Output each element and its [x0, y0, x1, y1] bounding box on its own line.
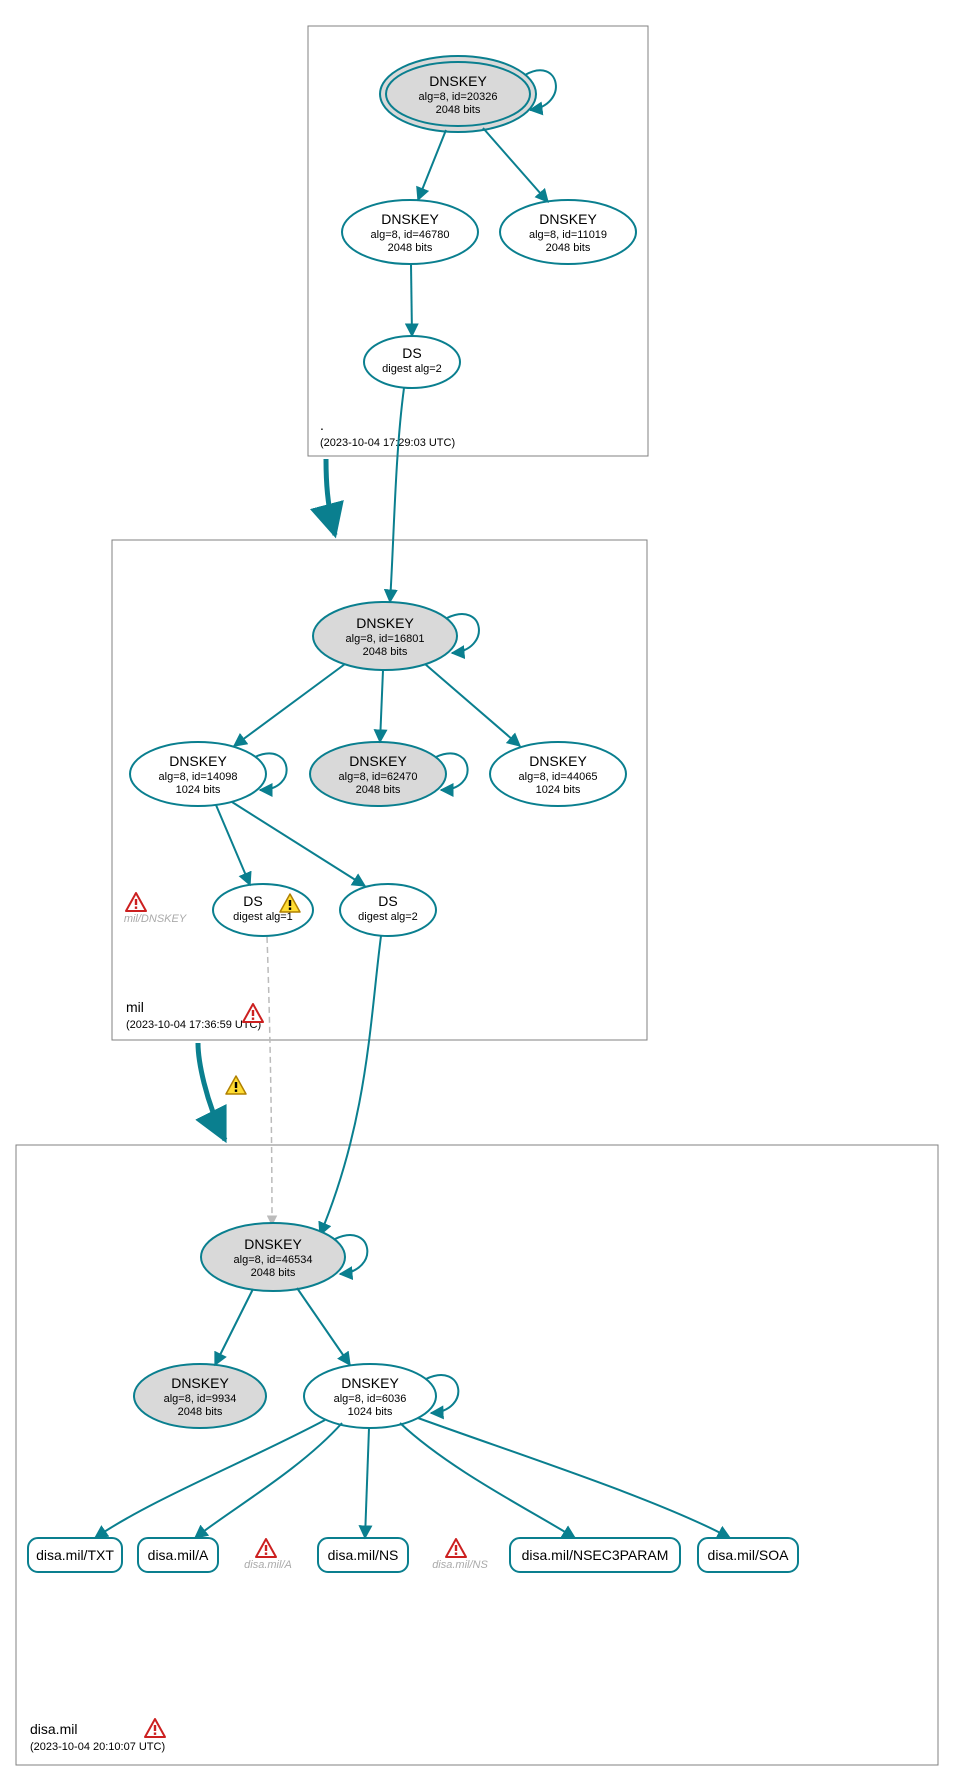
- node-mil-zsk-62470[interactable]: DNSKEY alg=8, id=62470 2048 bits: [310, 742, 446, 806]
- ghost-disa-ns: disa.mil/NS: [432, 1559, 488, 1571]
- svg-text:alg=8, id=20326: alg=8, id=20326: [419, 91, 498, 103]
- edge-disa-ksk-to-zsk2: [297, 1288, 350, 1365]
- edge-root-ksk-to-zsk2: [483, 128, 548, 202]
- error-icon[interactable]: [243, 1004, 263, 1022]
- zone-disa-timestamp: (2023-10-04 20:10:07 UTC): [30, 1741, 165, 1753]
- edge-mil-zsk1-to-ds1: [216, 805, 250, 885]
- svg-text:alg=8, id=44065: alg=8, id=44065: [519, 771, 598, 783]
- svg-text:alg=8, id=14098: alg=8, id=14098: [159, 771, 238, 783]
- ghost-mil-dnskey: mil/DNSKEY: [124, 913, 187, 925]
- svg-text:digest alg=1: digest alg=1: [233, 911, 293, 923]
- zone-root-name: .: [320, 417, 324, 433]
- edge-mil-ksk-to-zsk2: [380, 670, 383, 742]
- svg-text:alg=8, id=11019: alg=8, id=11019: [529, 229, 607, 241]
- svg-text:digest alg=2: digest alg=2: [358, 911, 418, 923]
- error-icon[interactable]: [126, 893, 146, 911]
- svg-text:DNSKEY: DNSKEY: [341, 1375, 399, 1391]
- node-root-ksk[interactable]: DNSKEY alg=8, id=20326 2048 bits: [380, 56, 536, 132]
- svg-text:DNSKEY: DNSKEY: [429, 73, 487, 89]
- edge-mil-to-disa-thick: [198, 1043, 225, 1140]
- edge-zsk2-to-a: [195, 1423, 342, 1538]
- svg-text:DNSKEY: DNSKEY: [171, 1375, 229, 1391]
- svg-text:alg=8, id=6036: alg=8, id=6036: [334, 1393, 407, 1405]
- svg-text:alg=8, id=46780: alg=8, id=46780: [371, 229, 450, 241]
- svg-text:disa.mil/NS: disa.mil/NS: [328, 1547, 399, 1563]
- edge-zsk2-to-ns: [365, 1428, 369, 1538]
- zone-root-timestamp: (2023-10-04 17:29:03 UTC): [320, 437, 455, 449]
- svg-text:DNSKEY: DNSKEY: [356, 615, 414, 631]
- edge-zsk2-to-nsec3: [400, 1423, 575, 1538]
- svg-text:DNSKEY: DNSKEY: [381, 211, 439, 227]
- svg-text:1024 bits: 1024 bits: [176, 784, 221, 796]
- svg-text:alg=8, id=62470: alg=8, id=62470: [339, 771, 418, 783]
- zone-mil-timestamp: (2023-10-04 17:36:59 UTC): [126, 1019, 261, 1031]
- svg-text:disa.mil/TXT: disa.mil/TXT: [36, 1547, 114, 1563]
- node-disa-zsk-9934[interactable]: DNSKEY alg=8, id=9934 2048 bits: [134, 1364, 266, 1428]
- svg-text:1024 bits: 1024 bits: [536, 784, 581, 796]
- node-root-zsk-46780[interactable]: DNSKEY alg=8, id=46780 2048 bits: [342, 200, 478, 264]
- svg-text:disa.mil/SOA: disa.mil/SOA: [708, 1547, 790, 1563]
- svg-text:alg=8, id=16801: alg=8, id=16801: [346, 633, 425, 645]
- svg-text:DS: DS: [402, 345, 421, 361]
- svg-text:DNSKEY: DNSKEY: [349, 753, 407, 769]
- zone-disa-box: [16, 1145, 938, 1765]
- svg-text:2048 bits: 2048 bits: [356, 784, 401, 796]
- warning-icon[interactable]: [226, 1076, 246, 1094]
- edge-root-zsk1-to-ds: [411, 264, 412, 336]
- edge-mil-ksk-to-zsk3: [425, 664, 520, 746]
- dnssec-graph: . (2023-10-04 17:29:03 UTC) DNSKEY alg=8…: [0, 0, 963, 1786]
- node-mil-zsk-44065[interactable]: DNSKEY alg=8, id=44065 1024 bits: [490, 742, 626, 806]
- ghost-disa-a: disa.mil/A: [244, 1559, 292, 1571]
- node-disa-ksk[interactable]: DNSKEY alg=8, id=46534 2048 bits: [201, 1223, 345, 1291]
- svg-text:1024 bits: 1024 bits: [348, 1406, 393, 1418]
- svg-text:2048 bits: 2048 bits: [388, 242, 433, 254]
- error-icon[interactable]: [145, 1719, 165, 1737]
- svg-text:alg=8, id=9934: alg=8, id=9934: [164, 1393, 237, 1405]
- rr-ns[interactable]: disa.mil/NS: [318, 1538, 408, 1572]
- svg-text:digest alg=2: digest alg=2: [382, 363, 442, 375]
- node-disa-zsk-6036[interactable]: DNSKEY alg=8, id=6036 1024 bits: [304, 1364, 436, 1428]
- rr-nsec3param[interactable]: disa.mil/NSEC3PARAM: [510, 1538, 680, 1572]
- svg-text:disa.mil/A: disa.mil/A: [148, 1547, 209, 1563]
- edge-zsk2-to-soa: [418, 1418, 730, 1538]
- svg-text:disa.mil/NSEC3PARAM: disa.mil/NSEC3PARAM: [522, 1547, 669, 1563]
- node-mil-ksk[interactable]: DNSKEY alg=8, id=16801 2048 bits: [313, 602, 457, 670]
- error-icon[interactable]: [256, 1539, 276, 1557]
- node-mil-zsk-14098[interactable]: DNSKEY alg=8, id=14098 1024 bits: [130, 742, 266, 806]
- svg-text:DNSKEY: DNSKEY: [244, 1236, 302, 1252]
- svg-text:2048 bits: 2048 bits: [363, 646, 408, 658]
- error-icon[interactable]: [446, 1539, 466, 1557]
- svg-text:DNSKEY: DNSKEY: [539, 211, 597, 227]
- rr-txt[interactable]: disa.mil/TXT: [28, 1538, 122, 1572]
- edge-mil-zsk1-to-ds2: [232, 802, 365, 886]
- rr-soa[interactable]: disa.mil/SOA: [698, 1538, 798, 1572]
- edge-root-ds-to-mil-ksk: [390, 388, 404, 602]
- node-mil-ds2[interactable]: DS digest alg=2: [340, 884, 436, 936]
- svg-text:alg=8, id=46534: alg=8, id=46534: [234, 1254, 313, 1266]
- zone-disa-name: disa.mil: [30, 1721, 77, 1737]
- svg-text:DNSKEY: DNSKEY: [529, 753, 587, 769]
- svg-text:DS: DS: [243, 893, 262, 909]
- svg-text:2048 bits: 2048 bits: [546, 242, 591, 254]
- edge-mil-ds2-to-disa-ksk: [320, 936, 381, 1235]
- edge-root-to-mil-thick: [326, 459, 335, 535]
- svg-text:2048 bits: 2048 bits: [251, 1267, 296, 1279]
- svg-text:2048 bits: 2048 bits: [178, 1406, 223, 1418]
- edge-mil-ksk-to-zsk1: [234, 664, 345, 746]
- zone-mil-name: mil: [126, 999, 144, 1015]
- edge-disa-ksk-to-zsk1: [215, 1289, 253, 1365]
- svg-text:DNSKEY: DNSKEY: [169, 753, 227, 769]
- edge-zsk2-to-txt: [95, 1420, 325, 1538]
- node-root-ds[interactable]: DS digest alg=2: [364, 336, 460, 388]
- edge-root-ksk-to-zsk1: [418, 130, 446, 200]
- rr-a[interactable]: disa.mil/A: [138, 1538, 218, 1572]
- node-root-zsk-11019[interactable]: DNSKEY alg=8, id=11019 2048 bits: [500, 200, 636, 264]
- svg-text:2048 bits: 2048 bits: [436, 104, 481, 116]
- svg-text:DS: DS: [378, 893, 397, 909]
- edge-mil-ds1-to-disa-ksk-dashed: [267, 937, 272, 1225]
